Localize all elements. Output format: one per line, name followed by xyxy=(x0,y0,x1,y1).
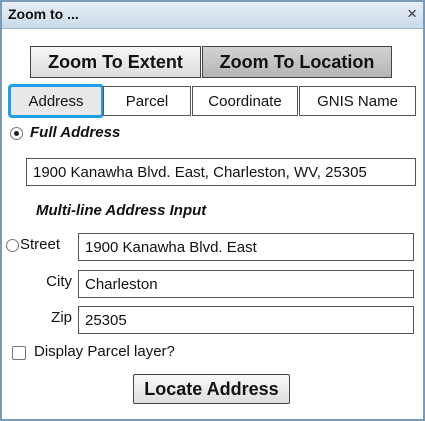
tab-parcel[interactable]: Parcel xyxy=(103,86,191,116)
city-label: City xyxy=(46,273,72,290)
multi-line-radio[interactable] xyxy=(6,239,19,252)
zip-input[interactable] xyxy=(78,306,414,334)
street-label: Street xyxy=(20,236,61,253)
display-parcel-checkbox[interactable] xyxy=(12,346,26,360)
zip-label: Zip xyxy=(51,309,72,326)
tab-coordinate[interactable]: Coordinate xyxy=(192,86,298,116)
zoom-to-dialog: Zoom to ... × Zoom To Extent Zoom To Loc… xyxy=(0,0,425,421)
city-input[interactable] xyxy=(78,270,414,298)
street-input[interactable] xyxy=(78,233,414,261)
multi-line-heading: Multi-line Address Input xyxy=(36,202,207,219)
tab-address[interactable]: Address xyxy=(8,84,104,118)
zoom-to-extent-button[interactable]: Zoom To Extent xyxy=(30,46,201,78)
full-address-input[interactable] xyxy=(26,158,416,186)
zoom-to-location-button[interactable]: Zoom To Location xyxy=(202,46,392,78)
display-parcel-label: Display Parcel layer? xyxy=(34,343,175,360)
full-address-radio[interactable] xyxy=(10,127,23,140)
full-address-heading: Full Address xyxy=(30,124,121,141)
locate-address-button[interactable]: Locate Address xyxy=(133,374,290,404)
title-bar[interactable]: Zoom to ... × xyxy=(2,2,423,29)
close-icon[interactable]: × xyxy=(407,4,417,24)
dialog-title: Zoom to ... xyxy=(8,6,79,22)
tab-gnis-name[interactable]: GNIS Name xyxy=(299,86,416,116)
